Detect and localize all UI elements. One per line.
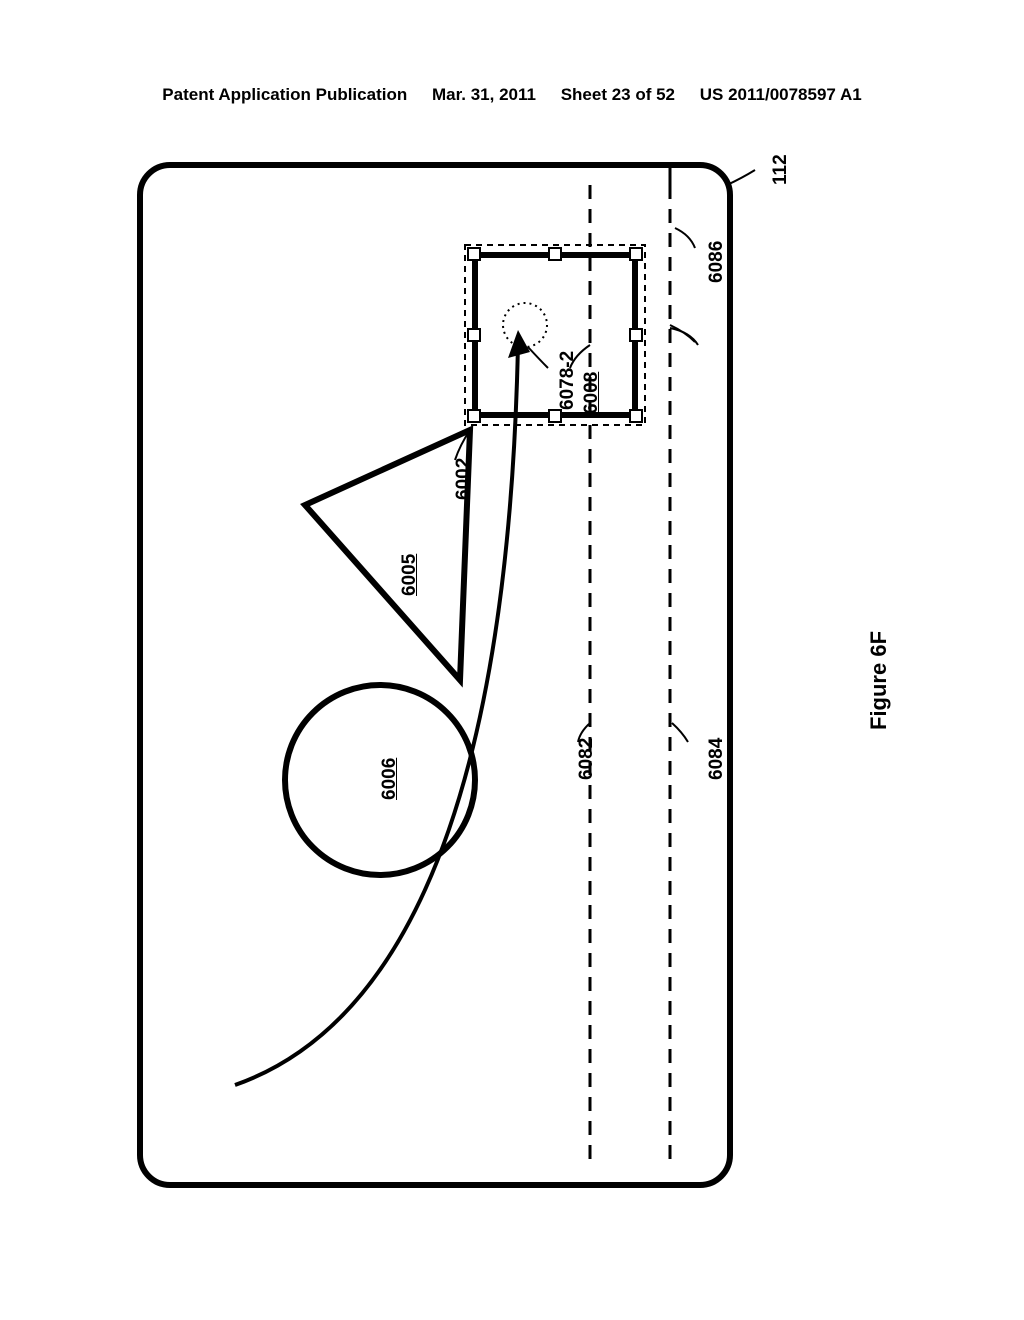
page-header: Patent Application Publication Mar. 31, … (0, 85, 1024, 105)
leader-6082 (575, 720, 615, 750)
header-sheet: Sheet 23 of 52 (561, 85, 675, 105)
ref-6005: 6005 (399, 554, 421, 596)
ref-6078-2: 6078-2 (557, 351, 579, 410)
ref-112: 112 (770, 154, 792, 185)
leader-6084b (660, 720, 700, 750)
ref-6008: 6008 (581, 372, 603, 414)
ref-6002: 6002 (453, 458, 475, 500)
ref-6086: 6086 (706, 241, 728, 283)
diagram-svg (130, 150, 810, 1205)
ref-6084: 6084 (706, 738, 728, 780)
leader-6084 (660, 320, 720, 350)
header-pubno: US 2011/0078597 A1 (700, 85, 862, 105)
ref-6006: 6006 (379, 758, 401, 800)
header-date: Mar. 31, 2011 (432, 85, 536, 105)
figure-area (130, 150, 810, 1205)
figure-caption: Figure 6F (866, 631, 892, 730)
header-left: Patent Application Publication (162, 85, 407, 105)
